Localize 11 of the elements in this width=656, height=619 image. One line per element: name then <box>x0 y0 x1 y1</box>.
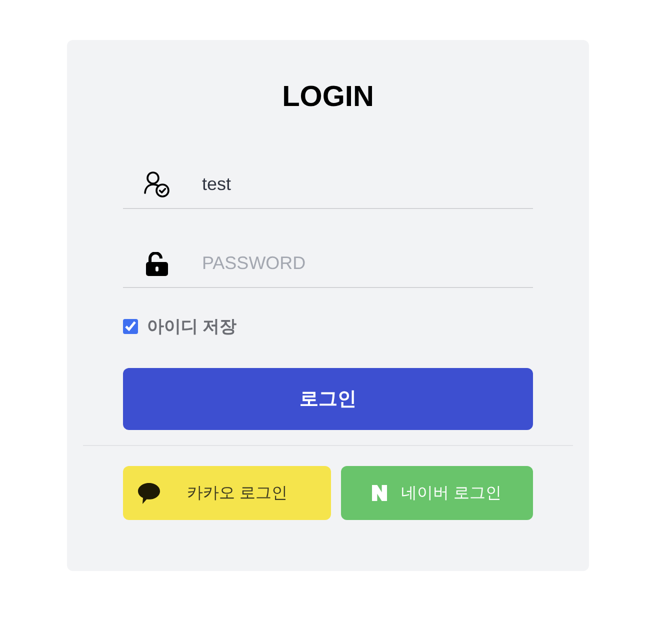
kakao-login-button[interactable]: 카카오 로그인 <box>123 466 330 520</box>
username-input[interactable]: test <box>202 161 533 208</box>
password-input[interactable]: PASSWORD <box>202 240 533 287</box>
remember-checkbox[interactable] <box>123 318 138 334</box>
remember-label[interactable]: 아이디 저장 <box>147 314 237 338</box>
login-button[interactable]: 로그인 <box>123 368 533 430</box>
speech-bubble-icon <box>138 482 160 504</box>
user-check-icon <box>144 171 170 198</box>
login-title: LOGIN <box>281 80 375 114</box>
unlocked-padlock-icon <box>146 252 168 276</box>
n-logo-icon <box>372 485 388 501</box>
